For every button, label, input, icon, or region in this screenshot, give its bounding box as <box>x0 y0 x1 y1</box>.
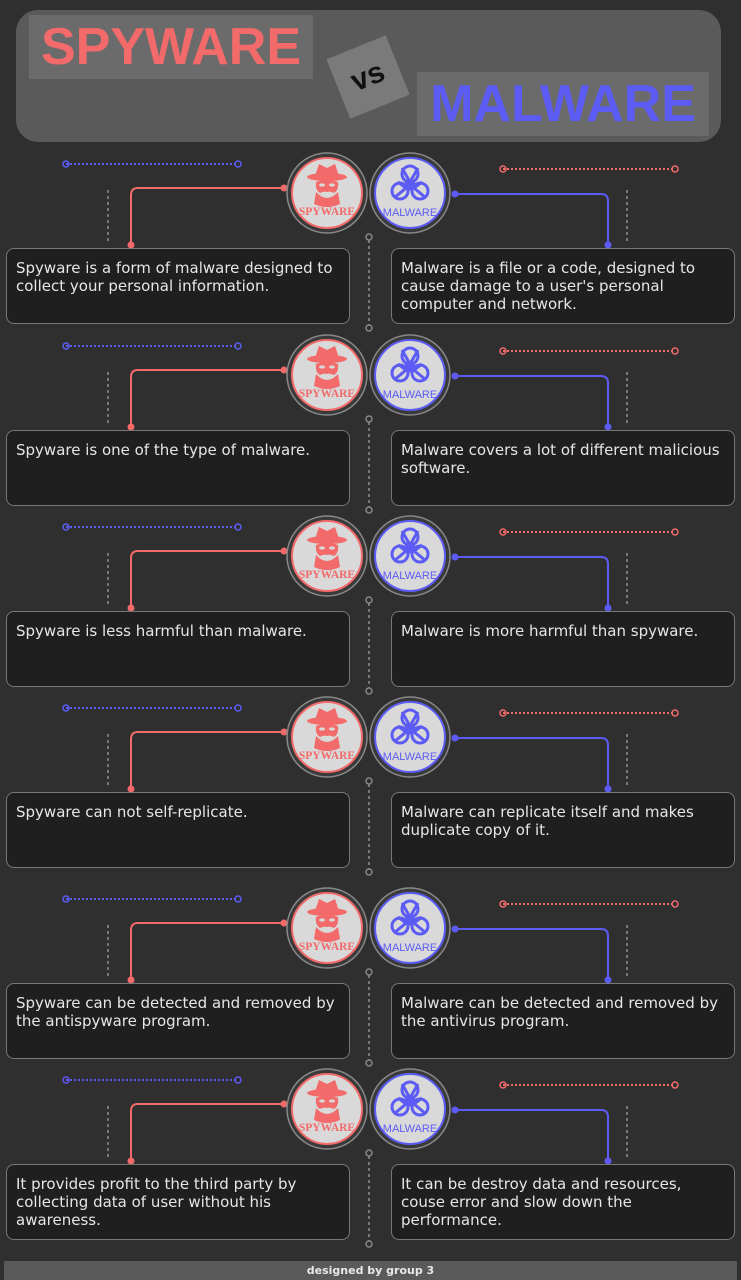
spyware-connector <box>130 922 284 980</box>
spyware-point-text: Spyware is a form of malware designed to… <box>16 259 333 295</box>
malware-connector <box>455 928 609 980</box>
spyware-badge-label: SPYWARE <box>299 941 356 953</box>
spyware-point-card: It provides profit to the third party by… <box>6 1164 350 1240</box>
comparison-row-4: SPYWARE MALWARE Spyware can not self-rep… <box>0 696 741 877</box>
malware-badge: MALWARE <box>369 1068 451 1150</box>
footer-credit: designed by group 3 <box>4 1261 737 1280</box>
spyware-badge: SPYWARE <box>286 152 368 234</box>
infographic: SPYWARE vs MALWARE SPYWARE MALWARE Spywa… <box>0 0 741 1280</box>
malware-connector-dot <box>451 1106 459 1114</box>
vs-label: vs <box>346 54 390 99</box>
title-malware: MALWARE <box>417 72 709 136</box>
malware-badge-label: MALWARE <box>383 751 437 763</box>
malware-connector-dot <box>451 553 459 561</box>
center-dot-top <box>365 777 373 785</box>
center-dot-top <box>365 1149 373 1157</box>
spyware-badge-label: SPYWARE <box>299 1122 356 1134</box>
malware-badge-label: MALWARE <box>383 570 437 582</box>
malware-connector <box>455 1109 609 1161</box>
spyware-point-text: Spyware can not self-replicate. <box>16 803 248 821</box>
spyware-point-text: Spyware is one of the type of malware. <box>16 441 311 459</box>
spyware-badge-label: SPYWARE <box>299 569 356 581</box>
comparison-row-3: SPYWARE MALWARE Spyware is less harmful … <box>0 515 741 696</box>
spyware-badge-label: SPYWARE <box>299 388 356 400</box>
spyware-point-text: It provides profit to the third party by… <box>16 1175 297 1229</box>
spyware-point-text: Spyware is less harmful than malware. <box>16 622 307 640</box>
comparison-row-5: SPYWARE MALWARE Spyware can be detected … <box>0 887 741 1068</box>
malware-point-text: Malware can be detected and removed by t… <box>401 994 718 1030</box>
malware-connector-dot <box>451 372 459 380</box>
malware-badge: MALWARE <box>369 696 451 778</box>
spyware-point-card: Spyware can be detected and removed by t… <box>6 983 350 1059</box>
malware-badge-label: MALWARE <box>383 942 437 954</box>
center-dot-bottom <box>365 1059 373 1067</box>
malware-badge: MALWARE <box>369 152 451 234</box>
spyware-point-card: Spyware can not self-replicate. <box>6 792 350 868</box>
malware-point-card: Malware covers a lot of different malici… <box>391 430 735 506</box>
spyware-badge-label: SPYWARE <box>299 750 356 762</box>
spyware-badge: SPYWARE <box>286 334 368 416</box>
comparison-row-6: SPYWARE MALWARE It provides profit to th… <box>0 1068 741 1249</box>
malware-badge-label: MALWARE <box>383 389 437 401</box>
center-dot-bottom <box>365 868 373 876</box>
center-dot-top <box>365 968 373 976</box>
spyware-badge: SPYWARE <box>286 696 368 778</box>
center-dot-bottom <box>365 1240 373 1248</box>
spyware-badge: SPYWARE <box>286 887 368 969</box>
malware-point-card: Malware can be detected and removed by t… <box>391 983 735 1059</box>
spyware-badge-label: SPYWARE <box>299 206 356 218</box>
malware-connector <box>455 556 609 608</box>
malware-connector <box>455 737 609 789</box>
center-dot-bottom <box>365 506 373 514</box>
malware-badge: MALWARE <box>369 334 451 416</box>
spyware-connector <box>130 369 284 427</box>
malware-connector <box>455 193 609 245</box>
malware-badge: MALWARE <box>369 515 451 597</box>
center-dot-top <box>365 415 373 423</box>
center-dot-bottom <box>365 324 373 332</box>
malware-badge: MALWARE <box>369 887 451 969</box>
spyware-point-text: Spyware can be detected and removed by t… <box>16 994 335 1030</box>
malware-point-card: Malware can replicate itself and makes d… <box>391 792 735 868</box>
malware-badge-label: MALWARE <box>383 207 437 219</box>
spyware-connector <box>130 187 284 245</box>
spyware-badge: SPYWARE <box>286 515 368 597</box>
malware-connector-dot <box>451 925 459 933</box>
spyware-point-card: Spyware is less harmful than malware. <box>6 611 350 687</box>
malware-point-card: Malware is a file or a code, designed to… <box>391 248 735 324</box>
malware-point-card: Malware is more harmful than spyware. <box>391 611 735 687</box>
malware-point-text: Malware is a file or a code, designed to… <box>401 259 696 313</box>
malware-point-text: Malware covers a lot of different malici… <box>401 441 720 477</box>
malware-point-text: It can be destroy data and resources, co… <box>401 1175 682 1229</box>
malware-connector-dot <box>451 734 459 742</box>
spyware-connector <box>130 1103 284 1161</box>
comparison-row-2: SPYWARE MALWARE Spyware is one of the ty… <box>0 334 741 515</box>
spyware-point-card: Spyware is a form of malware designed to… <box>6 248 350 324</box>
spyware-point-card: Spyware is one of the type of malware. <box>6 430 350 506</box>
center-dot-top <box>365 233 373 241</box>
center-dot-top <box>365 596 373 604</box>
comparison-row-1: SPYWARE MALWARE Spyware is a form of mal… <box>0 152 741 333</box>
title-spyware: SPYWARE <box>29 15 313 79</box>
malware-connector <box>455 375 609 427</box>
malware-connector-dot <box>451 190 459 198</box>
spyware-badge: SPYWARE <box>286 1068 368 1150</box>
malware-point-text: Malware can replicate itself and makes d… <box>401 803 694 839</box>
malware-point-card: It can be destroy data and resources, co… <box>391 1164 735 1240</box>
spyware-connector <box>130 731 284 789</box>
malware-point-text: Malware is more harmful than spyware. <box>401 622 699 640</box>
malware-badge-label: MALWARE <box>383 1123 437 1135</box>
spyware-connector <box>130 550 284 608</box>
center-dot-bottom <box>365 687 373 695</box>
